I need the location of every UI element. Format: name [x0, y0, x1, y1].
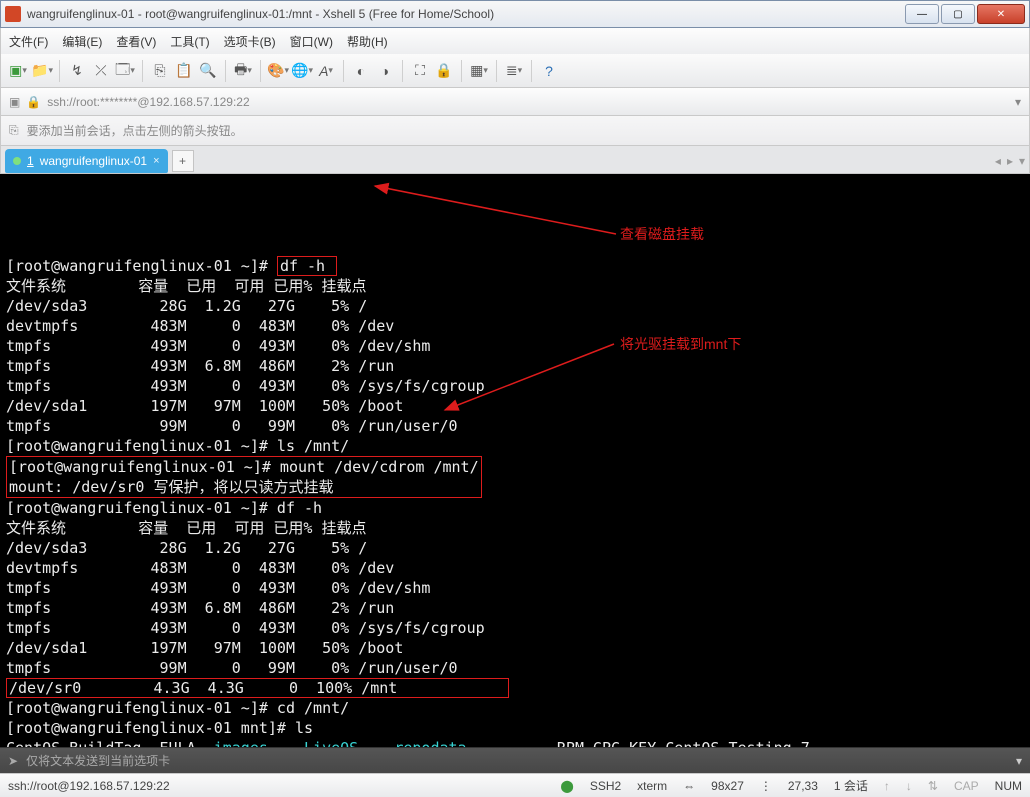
add-session-icon[interactable]: ⎘ — [9, 123, 19, 138]
xagent-button[interactable]: ◑ — [374, 60, 396, 82]
close-button[interactable]: ✕ — [977, 4, 1025, 24]
lock-button[interactable]: 🔒 — [433, 60, 455, 82]
new-session-button[interactable]: ▣ — [7, 60, 29, 82]
annotation-1: 查看磁盘挂载 — [620, 224, 704, 244]
layout-button[interactable]: ▦ — [468, 60, 490, 82]
menu-edit[interactable]: 编辑(E) — [62, 33, 102, 50]
status-num: NUM — [995, 779, 1022, 793]
toolbar-separator — [260, 60, 261, 82]
tab-list-icon[interactable]: ▾ — [1019, 154, 1025, 168]
window-titlebar: wangruifenglinux-01 - root@wangruifengli… — [0, 0, 1030, 28]
status-ssh: SSH2 — [590, 779, 621, 793]
properties-button[interactable]: 🗔 — [114, 60, 136, 82]
status-connection: ssh://root@192.168.57.129:22 — [8, 779, 170, 793]
menu-window[interactable]: 窗口(W) — [290, 33, 333, 50]
status-down-icon: ↓ — [906, 779, 912, 793]
tab-index: 1 — [27, 154, 34, 168]
color-scheme-button[interactable]: 🎨 — [267, 60, 289, 82]
send-bar: ➤ 仅将文本发送到当前选项卡 ▾ — [0, 747, 1030, 773]
status-link-icon: ⇅ — [928, 779, 938, 793]
toolbar-separator — [142, 60, 143, 82]
disconnect-button[interactable]: ⤫ — [90, 60, 112, 82]
menu-tabs[interactable]: 选项卡(B) — [224, 33, 276, 50]
menu-view[interactable]: 查看(V) — [116, 33, 156, 50]
status-up-icon: ↑ — [884, 779, 890, 793]
terminal[interactable]: 查看磁盘挂载 将光驱挂载到mnt下 [root@wangruifenglinux… — [0, 174, 1030, 747]
find-button[interactable]: 🔍 — [197, 60, 219, 82]
address-text[interactable]: ssh://root:********@192.168.57.129:22 — [47, 95, 1009, 109]
toolbar-options-button[interactable]: ≣ — [503, 60, 525, 82]
tab-status-icon — [13, 157, 21, 165]
reconnect-button[interactable]: ↯ — [66, 60, 88, 82]
encoding-button[interactable]: 🌐 — [291, 60, 313, 82]
status-ssh-icon: ⬤ — [560, 779, 573, 793]
menubar: 文件(F) 编辑(E) 查看(V) 工具(T) 选项卡(B) 窗口(W) 帮助(… — [0, 28, 1030, 54]
tab-label: wangruifenglinux-01 — [40, 154, 147, 168]
maximize-button[interactable]: ▢ — [941, 4, 975, 24]
status-sessions: 1 会话 — [834, 777, 868, 794]
xftp-button[interactable]: ◐ — [350, 60, 372, 82]
status-term: xterm — [637, 779, 667, 793]
tab-close-icon[interactable]: × — [153, 155, 159, 167]
window-title: wangruifenglinux-01 - root@wangruifengli… — [27, 7, 903, 21]
toolbar-separator — [531, 60, 532, 82]
print-button[interactable]: 🖶 — [232, 60, 254, 82]
new-tab-button[interactable]: + — [172, 150, 194, 172]
menu-tools[interactable]: 工具(T) — [170, 33, 209, 50]
open-button[interactable]: 📁 — [31, 60, 53, 82]
copy-button[interactable]: ⎘ — [149, 60, 171, 82]
lock-icon: 🔒 — [26, 95, 41, 109]
session-hint-text: 要添加当前会话，点击左侧的箭头按钮。 — [27, 122, 243, 139]
menu-help[interactable]: 帮助(H) — [347, 33, 388, 50]
send-hint[interactable]: 仅将文本发送到当前选项卡 — [26, 752, 1008, 769]
status-size-icon: ⇔ — [683, 779, 695, 793]
send-icon[interactable]: ➤ — [8, 754, 18, 768]
status-cap: CAP — [954, 779, 979, 793]
toolbar-separator — [59, 60, 60, 82]
status-pos: 27,33 — [788, 779, 818, 793]
app-icon — [5, 6, 21, 22]
status-size: 98x27 — [711, 779, 744, 793]
status-bar: ssh://root@192.168.57.129:22 ⬤ SSH2 xter… — [0, 773, 1030, 797]
help-button[interactable]: ? — [538, 60, 560, 82]
toolbar-separator — [343, 60, 344, 82]
send-dropdown-icon[interactable]: ▾ — [1016, 754, 1022, 768]
font-button[interactable]: A — [315, 60, 337, 82]
tab-prev-icon[interactable]: ◂ — [995, 154, 1001, 168]
toolbar-separator — [225, 60, 226, 82]
minimize-button[interactable]: — — [905, 4, 939, 24]
toolbar-separator — [496, 60, 497, 82]
status-pos-icon: ⋮ — [760, 779, 772, 793]
session-tab[interactable]: 1 wangruifenglinux-01 × — [5, 149, 168, 173]
tab-bar: 1 wangruifenglinux-01 × + ◂ ▸ ▾ — [0, 146, 1030, 174]
fullscreen-button[interactable]: ⛶ — [409, 60, 431, 82]
session-hint-bar: ⎘ 要添加当前会话，点击左侧的箭头按钮。 — [0, 116, 1030, 146]
addr-add-icon[interactable]: ▣ — [9, 95, 20, 109]
addr-dropdown-icon[interactable]: ▾ — [1015, 95, 1021, 109]
menu-file[interactable]: 文件(F) — [9, 33, 48, 50]
address-bar: ▣ 🔒 ssh://root:********@192.168.57.129:2… — [0, 88, 1030, 116]
paste-button[interactable]: 📋 — [173, 60, 195, 82]
tab-next-icon[interactable]: ▸ — [1007, 154, 1013, 168]
toolbar-separator — [402, 60, 403, 82]
toolbar-separator — [461, 60, 462, 82]
toolbar: ▣ 📁 ↯ ⤫ 🗔 ⎘ 📋 🔍 🖶 🎨 🌐 A ◐ ◑ ⛶ 🔒 ▦ ≣ ? — [0, 54, 1030, 88]
